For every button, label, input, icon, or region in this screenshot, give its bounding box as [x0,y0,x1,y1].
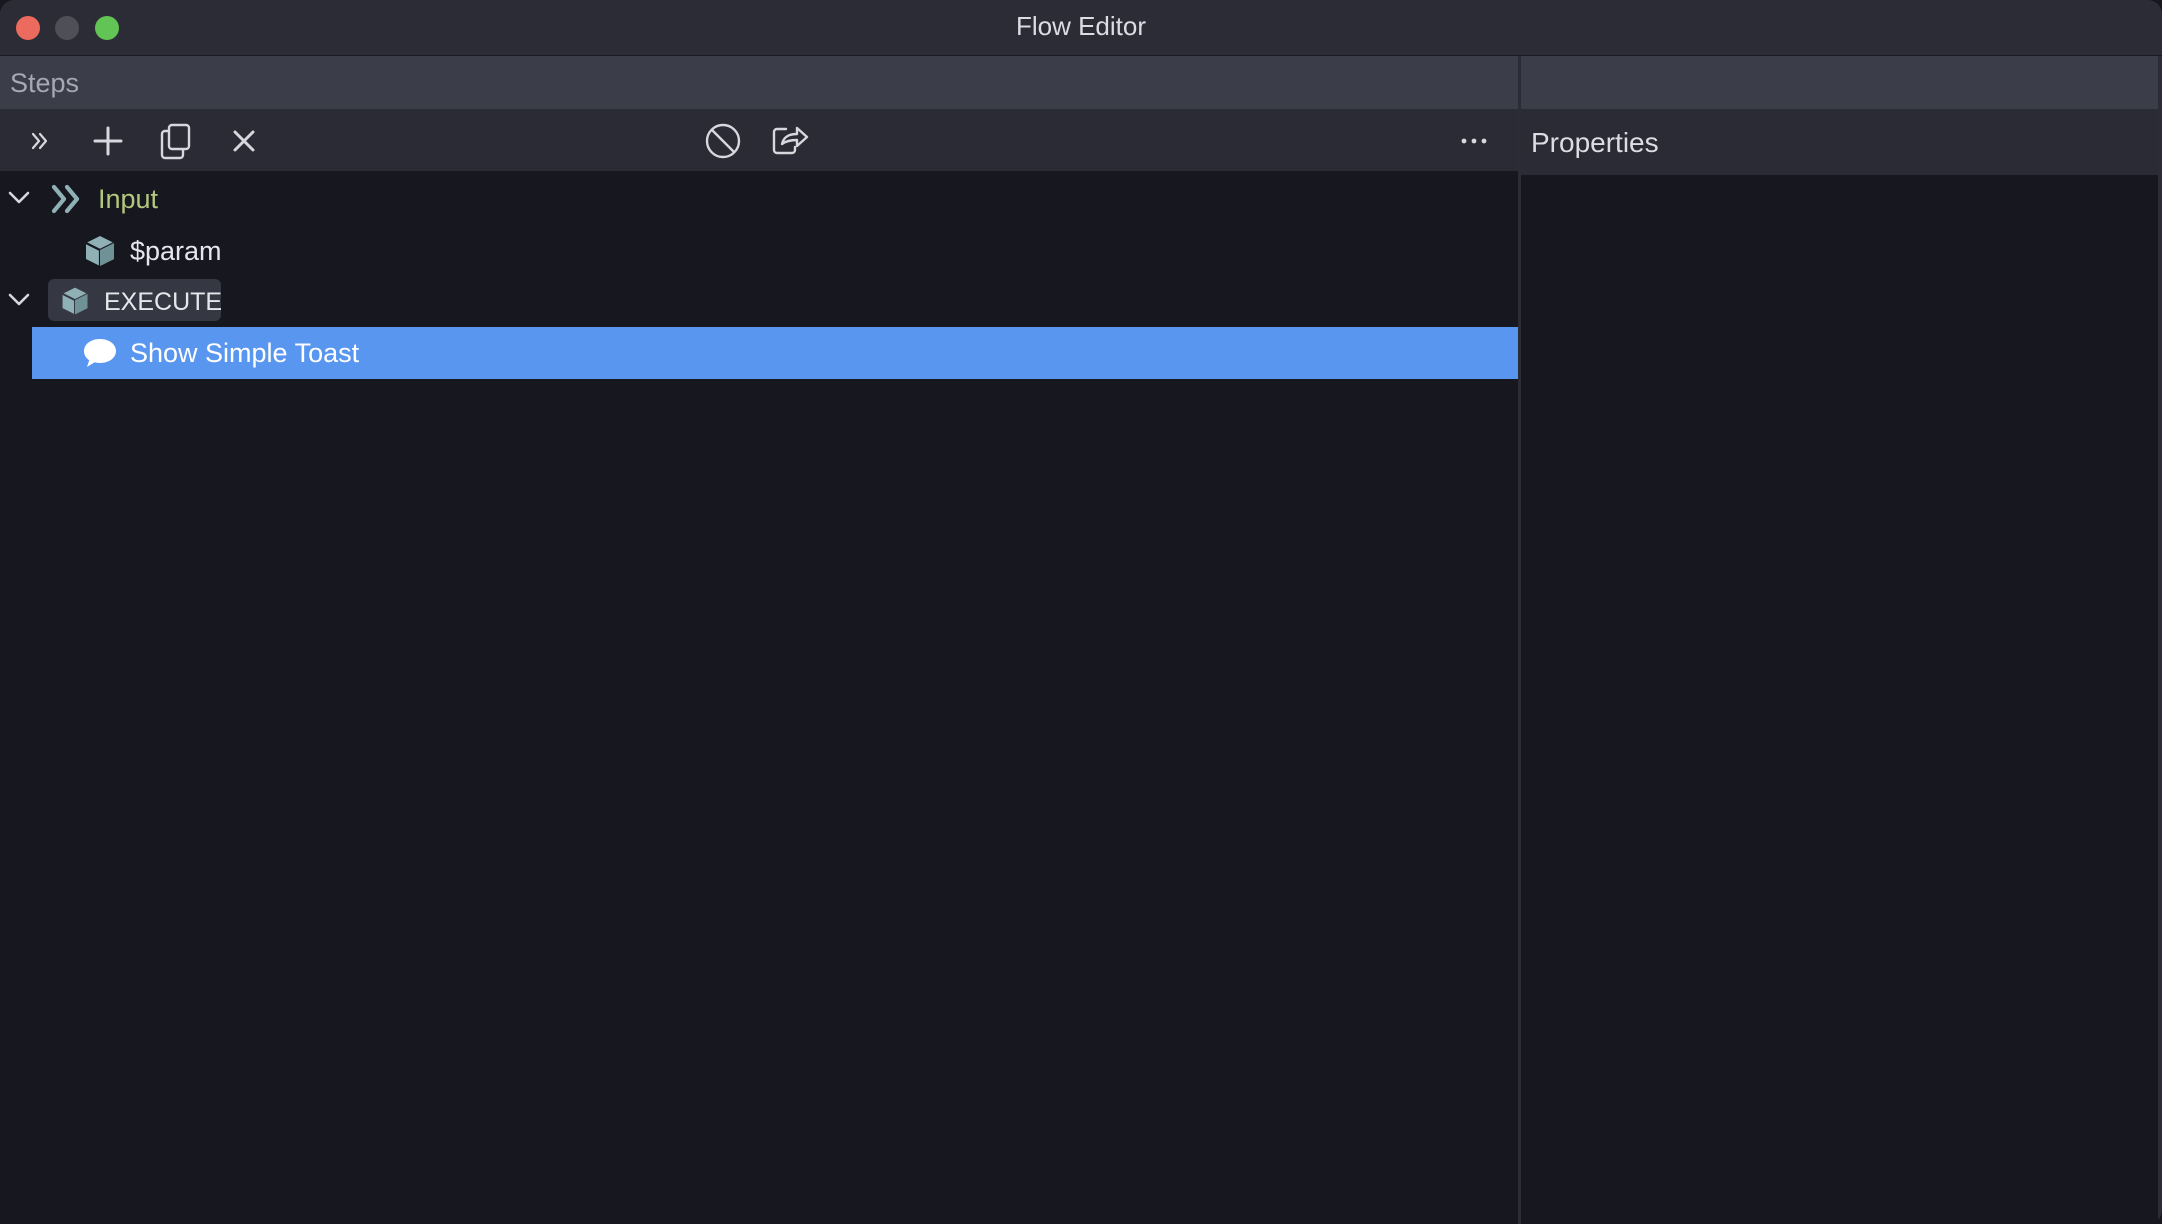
window-right-edge [2158,56,2162,1224]
properties-panel-header: Properties [1521,109,2162,175]
properties-panel-title: Properties [1531,127,1659,158]
tree-item-param[interactable]: $param [0,225,1518,277]
tree-item-show-simple-toast[interactable]: Show Simple Toast [32,327,1518,379]
double-chevron-right-icon [27,128,53,154]
tree-item-label: Input [98,184,159,214]
more-options-button[interactable] [1452,119,1496,163]
export-step-button[interactable] [768,119,812,163]
flow-editor-window: Flow Editor Steps Input $param EXECUTE S… [0,0,2162,1224]
steps-tree: Input $param EXECUTE Show Simple Toast [0,171,1518,1224]
duplicate-step-button[interactable] [154,119,198,163]
steps-panel-header: Steps [0,56,1518,109]
export-icon [770,123,810,159]
tree-item-label: EXECUTE [104,288,223,316]
x-icon [230,127,258,155]
properties-panel-body [1521,175,2162,1224]
title-bar: Flow Editor [0,0,2162,56]
copy-icon [159,122,193,160]
add-step-button[interactable] [86,119,130,163]
speech-bubble-icon [81,335,119,371]
steps-toolbar [0,109,1518,171]
steps-panel-title: Steps [10,68,80,98]
disable-step-button[interactable] [701,119,745,163]
tree-item-input[interactable]: Input [0,173,1518,225]
tree-item-label: $param [130,236,222,266]
properties-panel-top [1521,56,2162,109]
cube-icon [56,283,94,319]
tree-item-label: Show Simple Toast [130,338,360,368]
plus-icon [92,125,124,157]
ellipsis-icon [1460,136,1488,146]
double-chevron-right-icon [48,181,86,217]
window-title: Flow Editor [1015,11,1147,41]
expand-all-button[interactable] [18,119,62,163]
cube-icon [81,233,119,269]
delete-step-button[interactable] [222,119,266,163]
disable-icon [704,122,742,160]
chevron-down-icon[interactable] [6,287,32,313]
chevron-down-icon[interactable] [6,185,32,211]
tree-item-execute[interactable]: EXECUTE [0,275,1518,327]
